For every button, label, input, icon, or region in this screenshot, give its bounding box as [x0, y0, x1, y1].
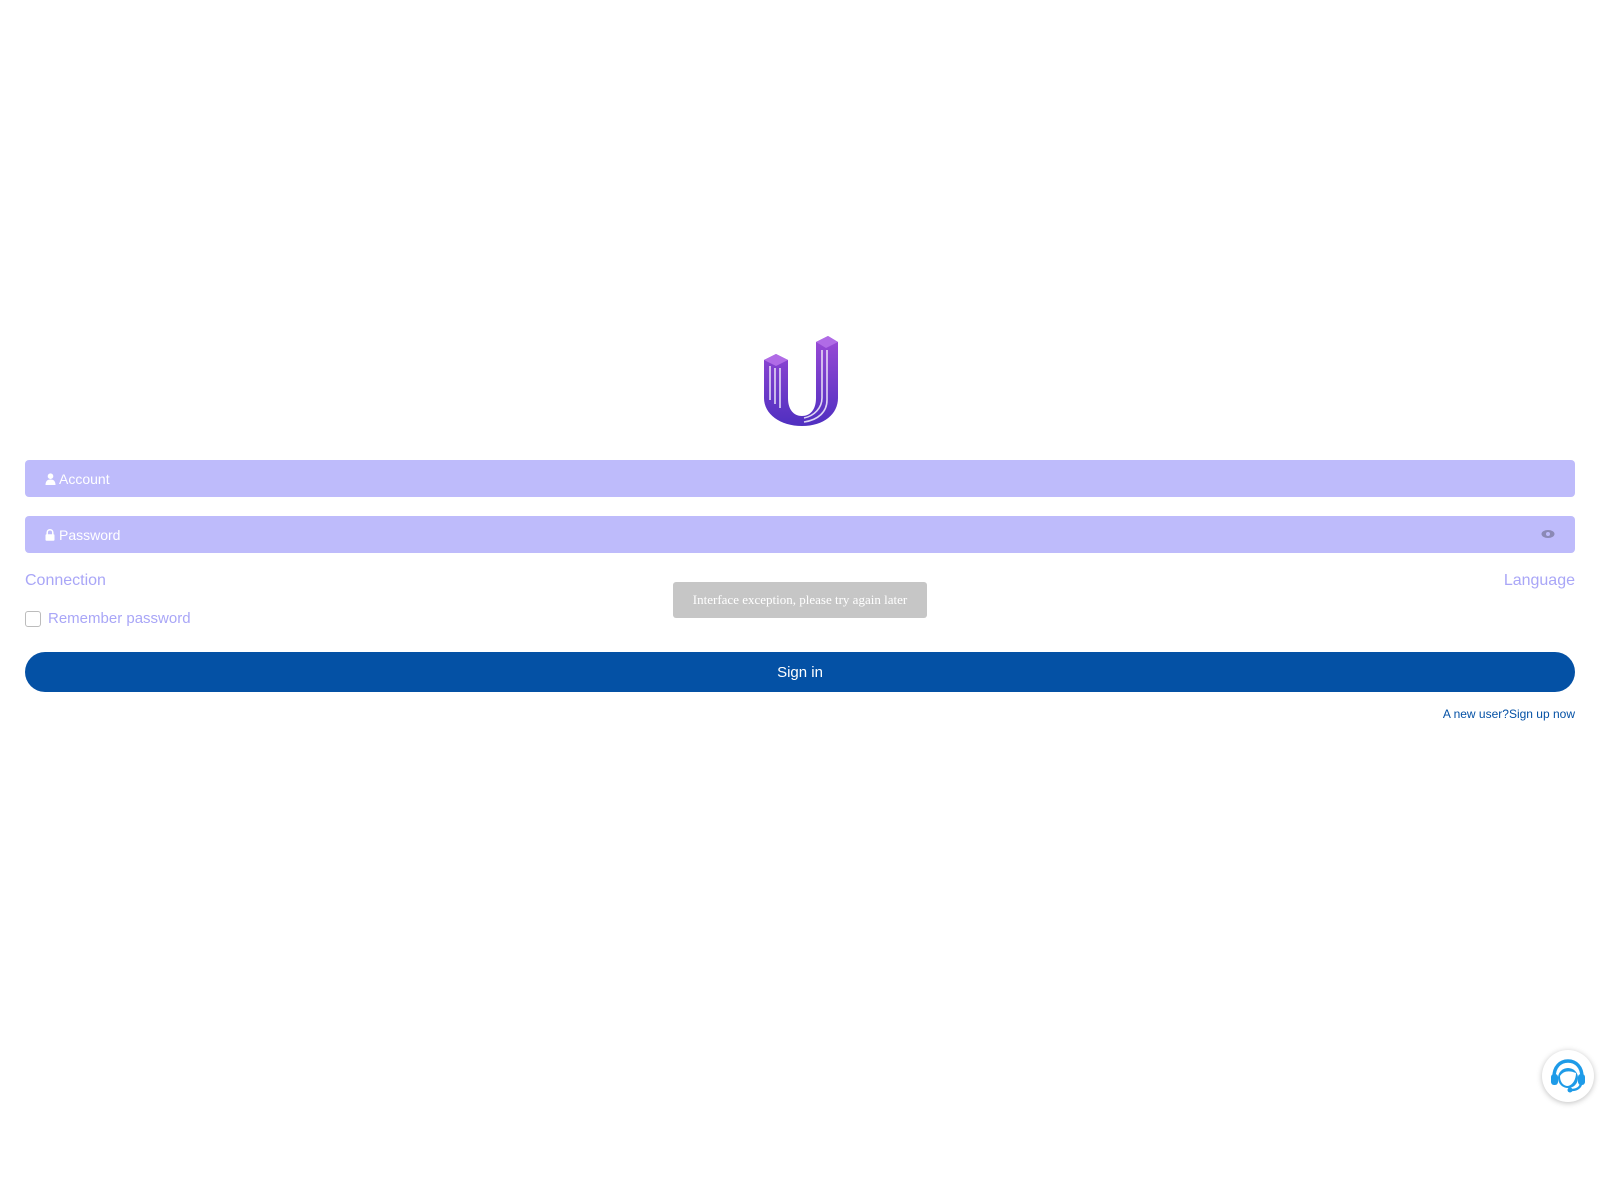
lock-icon [44, 528, 56, 541]
login-page: Connection Language Interface exception,… [0, 0, 1600, 1200]
eye-icon[interactable] [1541, 528, 1555, 540]
connection-link[interactable]: Connection [25, 572, 106, 590]
remember-password[interactable]: Remember password [25, 610, 191, 627]
remember-label: Remember password [48, 610, 191, 627]
language-link[interactable]: Language [1504, 572, 1575, 590]
sign-up-link[interactable]: Sign up now [1509, 707, 1575, 721]
password-input[interactable] [59, 526, 1575, 543]
password-field[interactable] [25, 516, 1575, 553]
signup-question: A new user? [1442, 707, 1509, 721]
account-field[interactable] [25, 460, 1575, 497]
brand-u-logo-icon [764, 336, 838, 426]
toast-message: Interface exception, please try again la… [692, 592, 908, 607]
customer-service-icon [1551, 1059, 1585, 1093]
signup-prompt: A new user?Sign up now [1443, 707, 1575, 721]
remember-checkbox[interactable] [25, 610, 41, 627]
user-icon [44, 472, 56, 485]
error-toast: Interface exception, please try again la… [673, 582, 927, 618]
customer-support-button[interactable] [1542, 1050, 1594, 1102]
account-input[interactable] [59, 470, 1575, 487]
sign-in-button[interactable]: Sign in [25, 652, 1575, 692]
